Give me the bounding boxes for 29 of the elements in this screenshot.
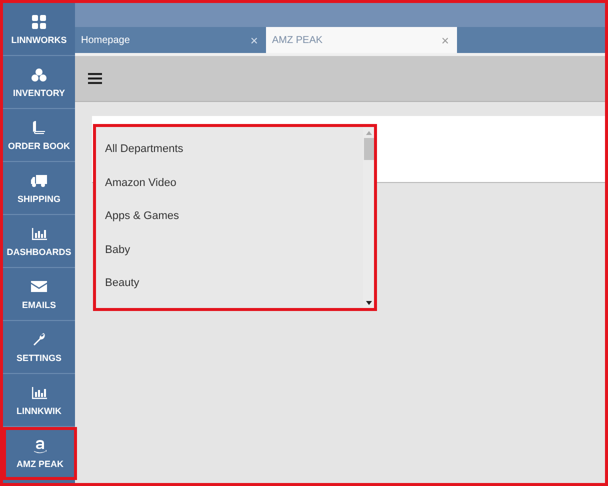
dropdown-option[interactable]: Beauty [105, 277, 363, 311]
tab[interactable]: Homepage × [75, 27, 266, 53]
sidebar-item[interactable]: SETTINGS [3, 321, 75, 374]
sidebar-item[interactable]: DASHBOARDS [3, 215, 75, 268]
wrench-icon [32, 333, 46, 346]
tab[interactable]: AMZ PEAK × [266, 27, 457, 53]
dropdown-option[interactable]: Amazon Video [105, 176, 363, 210]
sidebar-item[interactable]: AMZ PEAK [3, 427, 77, 480]
scroll-thumb[interactable] [364, 138, 374, 160]
sidebar-item[interactable]: ORDER BOOK [3, 109, 75, 162]
sidebar-item[interactable]: LINNKWIK [3, 374, 75, 427]
boxes-icon [31, 68, 47, 82]
dropdown-option[interactable]: All Departments [105, 143, 363, 177]
close-icon[interactable]: × [250, 32, 258, 48]
scroll-down-icon[interactable] [364, 300, 372, 306]
dropdown-option[interactable]: Baby [105, 244, 363, 278]
dropdown-option[interactable]: Apps & Games [105, 210, 363, 244]
bar-chart-icon [32, 386, 46, 398]
close-icon[interactable]: × [441, 32, 449, 48]
truck-icon [31, 174, 47, 186]
bar-chart-icon [32, 228, 46, 240]
book-icon [33, 121, 45, 134]
menu-icon[interactable] [88, 73, 102, 84]
envelope-icon [31, 281, 47, 292]
sidebar-item[interactable]: EMAILS [3, 268, 75, 321]
logo-icon [31, 14, 47, 30]
sidebar-item[interactable]: SHIPPING [3, 162, 75, 215]
letter-a-icon [33, 438, 47, 454]
scroll-up-icon[interactable] [364, 130, 372, 136]
